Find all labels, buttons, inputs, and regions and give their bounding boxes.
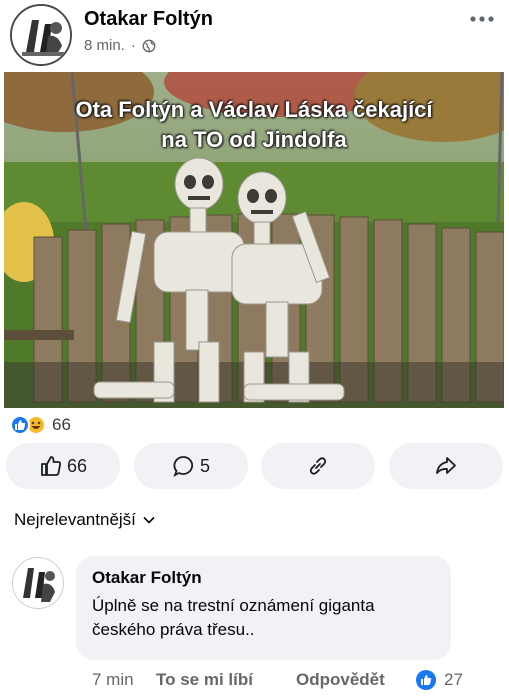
comment-like-count: 27	[444, 670, 463, 689]
post-time[interactable]: 8 min.	[84, 37, 125, 54]
comment-reply-button[interactable]: Odpovědět	[296, 670, 416, 690]
meta-separator: ·	[130, 37, 136, 54]
comment-count: 5	[199, 455, 210, 476]
like-reaction-icon	[416, 670, 436, 690]
comment-reactions[interactable]: 27	[416, 670, 463, 690]
post-meta: 8 min. ·	[84, 37, 156, 54]
comment-text-line-1: Úplně se na trestní oznámení giganta	[92, 596, 375, 615]
comment-text-line-2: českého práva třesu..	[92, 620, 255, 639]
reaction-count: 66	[52, 415, 71, 434]
image-caption-line-1: Ota Foltýn a Václav Láska čekající	[75, 97, 433, 122]
comment-bubble: Otakar Foltýn Úplně se na trestní oznáme…	[76, 556, 451, 660]
like-button[interactable]: 66	[6, 443, 120, 489]
share-icon	[436, 457, 456, 474]
comment-sort-dropdown[interactable]: Nejrelevantnější	[14, 510, 156, 530]
post-actions: 66 5	[6, 443, 503, 489]
comment-button[interactable]: 5	[134, 443, 248, 489]
like-reaction-icon	[10, 415, 30, 435]
globe-icon	[142, 39, 156, 52]
comment-time[interactable]: 7 min	[92, 670, 156, 690]
comment-footer: 7 min To se mi líbí Odpovědět 27	[92, 667, 492, 693]
post-header: Otakar Foltýn 8 min. ·	[0, 0, 509, 66]
author-avatar[interactable]	[10, 4, 72, 66]
commenter-avatar[interactable]	[12, 557, 64, 609]
image-caption-line-2: na TO od Jindolfa	[161, 127, 347, 152]
post-author-name[interactable]: Otakar Foltýn	[84, 8, 213, 31]
link-icon	[309, 457, 327, 475]
more-options-icon[interactable]	[469, 14, 495, 24]
chevron-down-icon	[143, 516, 155, 524]
like-count: 66	[66, 455, 88, 476]
post-image[interactable]: Ota Foltýn a Václav Láska čekající na TO…	[4, 72, 504, 408]
share-button[interactable]	[389, 443, 503, 489]
sort-label: Nejrelevantnější	[14, 510, 136, 529]
comment-author[interactable]: Otakar Foltýn	[92, 568, 435, 588]
reactions-summary[interactable]: 66	[10, 414, 71, 436]
comment-icon	[173, 456, 193, 477]
thumbs-up-icon	[41, 456, 61, 476]
comment-like-button[interactable]: To se mi líbí	[156, 670, 296, 690]
copy-link-button[interactable]	[261, 443, 375, 489]
